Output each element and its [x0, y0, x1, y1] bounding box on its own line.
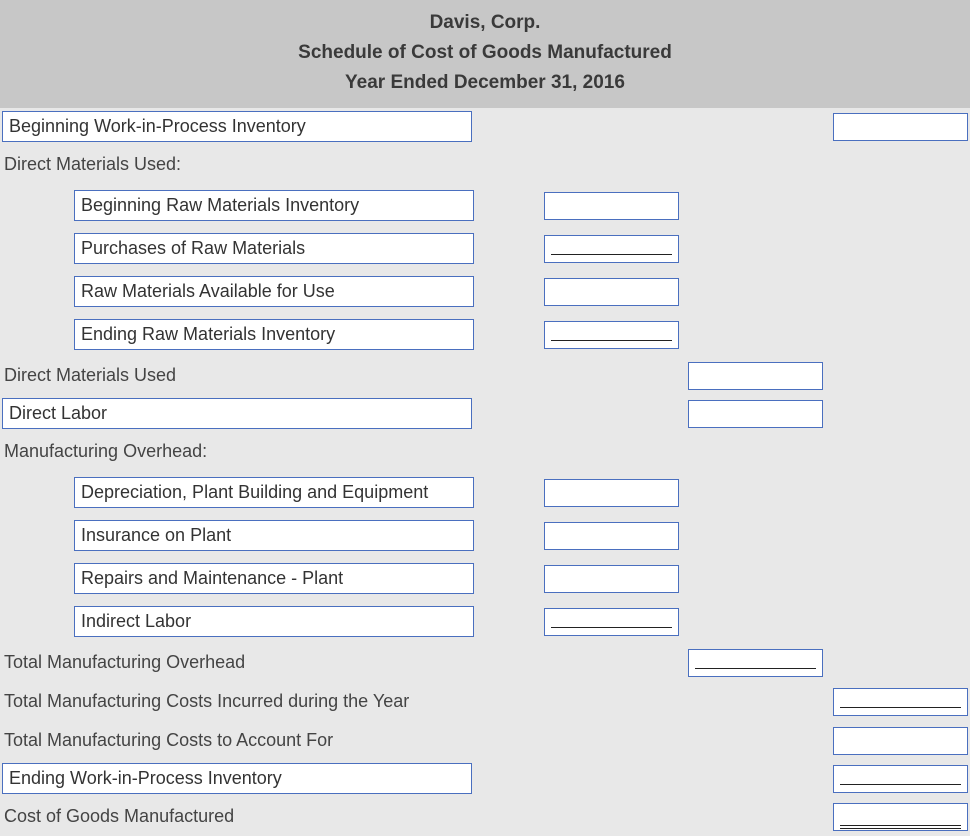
table-row: Manufacturing Overhead: — [0, 432, 970, 471]
repairs-label[interactable]: Repairs and Maintenance - Plant — [74, 563, 474, 594]
table-row: Cost of Goods Manufactured — [0, 797, 970, 836]
table-row: Direct Materials Used — [0, 356, 970, 395]
period-line: Year Ended December 31, 2016 — [0, 68, 970, 98]
table-row: Repairs and Maintenance - Plant — [0, 557, 970, 600]
end-wip-label[interactable]: Ending Work-in-Process Inventory — [2, 763, 472, 794]
cogm-label: Cost of Goods Manufactured — [2, 800, 829, 833]
table-row: Total Manufacturing Costs to Account For — [0, 721, 970, 760]
end-wip-value[interactable] — [833, 765, 968, 793]
dm-used-label: Direct Materials Used — [2, 359, 540, 392]
direct-labor-label[interactable]: Direct Labor — [2, 398, 472, 429]
moh-header: Manufacturing Overhead: — [2, 435, 968, 468]
total-mfg-incurred-label: Total Manufacturing Costs Incurred durin… — [2, 685, 829, 718]
table-row: Beginning Work-in-Process Inventory — [0, 108, 970, 145]
table-row: Purchases of Raw Materials — [0, 227, 970, 270]
begin-rm-value[interactable] — [544, 192, 679, 220]
rm-avail-value[interactable] — [544, 278, 679, 306]
table-row: Indirect Labor — [0, 600, 970, 643]
table-row: Direct Materials Used: — [0, 145, 970, 184]
insurance-value[interactable] — [544, 522, 679, 550]
indirect-labor-label[interactable]: Indirect Labor — [74, 606, 474, 637]
total-mfg-acct-label: Total Manufacturing Costs to Account For — [2, 724, 829, 757]
dm-used-header: Direct Materials Used: — [2, 148, 968, 181]
depreciation-value[interactable] — [544, 479, 679, 507]
table-row: Raw Materials Available for Use — [0, 270, 970, 313]
table-row: Depreciation, Plant Building and Equipme… — [0, 471, 970, 514]
company-name: Davis, Corp. — [0, 8, 970, 38]
total-moh-label: Total Manufacturing Overhead — [2, 646, 540, 679]
purchases-rm-value[interactable] — [544, 235, 679, 263]
begin-wip-label[interactable]: Beginning Work-in-Process Inventory — [2, 111, 472, 142]
table-row: Ending Raw Materials Inventory — [0, 313, 970, 356]
schedule-table: Beginning Work-in-Process Inventory Dire… — [0, 108, 970, 836]
direct-labor-value[interactable] — [688, 400, 823, 428]
worksheet-header: Davis, Corp. Schedule of Cost of Goods M… — [0, 0, 970, 108]
total-mfg-incurred-value[interactable] — [833, 688, 968, 716]
table-row: Beginning Raw Materials Inventory — [0, 184, 970, 227]
total-moh-value[interactable] — [688, 649, 823, 677]
purchases-rm-label[interactable]: Purchases of Raw Materials — [74, 233, 474, 264]
worksheet-body: Beginning Work-in-Process Inventory Dire… — [0, 108, 970, 836]
begin-wip-value[interactable] — [833, 113, 968, 141]
table-row: Total Manufacturing Overhead — [0, 643, 970, 682]
depreciation-label[interactable]: Depreciation, Plant Building and Equipme… — [74, 477, 474, 508]
begin-rm-label[interactable]: Beginning Raw Materials Inventory — [74, 190, 474, 221]
table-row: Total Manufacturing Costs Incurred durin… — [0, 682, 970, 721]
table-row: Direct Labor — [0, 395, 970, 432]
indirect-labor-value[interactable] — [544, 608, 679, 636]
end-rm-value[interactable] — [544, 321, 679, 349]
end-rm-label[interactable]: Ending Raw Materials Inventory — [74, 319, 474, 350]
schedule-title: Schedule of Cost of Goods Manufactured — [0, 38, 970, 68]
table-row: Ending Work-in-Process Inventory — [0, 760, 970, 797]
table-row: Insurance on Plant — [0, 514, 970, 557]
repairs-value[interactable] — [544, 565, 679, 593]
cogm-value[interactable] — [833, 803, 968, 831]
rm-avail-label[interactable]: Raw Materials Available for Use — [74, 276, 474, 307]
total-mfg-acct-value[interactable] — [833, 727, 968, 755]
insurance-label[interactable]: Insurance on Plant — [74, 520, 474, 551]
dm-used-value[interactable] — [688, 362, 823, 390]
